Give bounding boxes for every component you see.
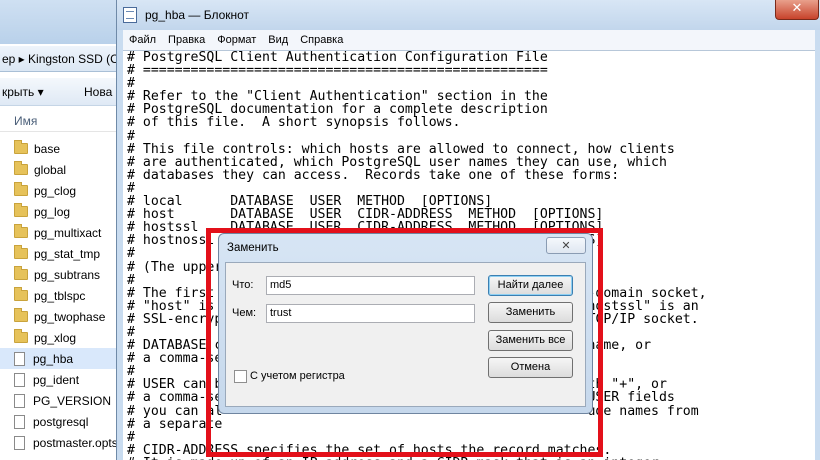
- explorer-frame-top: [0, 0, 130, 44]
- replace-button[interactable]: Заменить: [488, 302, 573, 323]
- menu-item[interactable]: Вид: [262, 30, 294, 46]
- item-name: PG_VERSION: [33, 393, 112, 408]
- window-title: pg_hba — Блокнот: [145, 8, 250, 22]
- item-name: pg_tblspc: [34, 288, 86, 303]
- match-case-checkbox[interactable]: [234, 370, 247, 383]
- find-label: Что:: [232, 279, 254, 291]
- find-next-button[interactable]: Найти далее: [488, 275, 573, 296]
- match-case-label[interactable]: С учетом регистра: [250, 370, 345, 382]
- menu-item[interactable]: Файл: [123, 30, 162, 46]
- menu-bar: Файл Правка Формат Вид Справка: [123, 30, 815, 50]
- menu-item[interactable]: Формат: [211, 30, 262, 46]
- folder-icon: [14, 140, 28, 154]
- menu-item[interactable]: Справка: [294, 30, 349, 46]
- item-name: postmaster.opts: [33, 435, 118, 450]
- dialog-body: Что: md5 Чем: trust Найти далее Заменить…: [225, 262, 586, 407]
- folder-item[interactable]: pg_multixact: [0, 222, 130, 243]
- item-name: pg_ident: [33, 372, 80, 387]
- item-name: pg_log: [34, 204, 71, 219]
- item-name: pg_hba: [33, 351, 74, 366]
- explorer-toolbar: крыть ▾ Нова: [0, 78, 130, 106]
- replace-dialog: Заменить ✕ Что: md5 Чем: trust Найти дал…: [218, 233, 593, 414]
- folder-icon: [14, 161, 28, 175]
- file-icon: [14, 393, 25, 408]
- file-item[interactable]: pg_ident: [0, 369, 130, 390]
- folder-item[interactable]: pg_log: [0, 201, 130, 222]
- replace-input[interactable]: trust: [266, 304, 475, 323]
- file-item[interactable]: pg_hba: [0, 348, 130, 369]
- folder-item[interactable]: global: [0, 159, 130, 180]
- file-icon: [14, 372, 25, 387]
- dialog-close-button[interactable]: ✕: [546, 237, 586, 254]
- item-name: pg_xlog: [34, 330, 77, 345]
- file-icon: [14, 351, 25, 366]
- notepad-icon: [123, 7, 137, 23]
- new-folder-button[interactable]: Нова: [84, 85, 112, 99]
- folder-icon: [14, 329, 28, 343]
- file-item[interactable]: postmaster.opts: [0, 432, 130, 453]
- file-icon: [14, 414, 25, 429]
- item-name: pg_clog: [34, 183, 77, 198]
- folder-item[interactable]: pg_stat_tmp: [0, 243, 130, 264]
- organize-button[interactable]: крыть ▾: [2, 85, 44, 99]
- cancel-button[interactable]: Отмена: [488, 357, 573, 378]
- folder-icon: [14, 182, 28, 196]
- find-input[interactable]: md5: [266, 276, 475, 295]
- folder-icon: [14, 308, 28, 322]
- folder-item[interactable]: base: [0, 138, 130, 159]
- item-name: base: [34, 141, 61, 156]
- replace-label: Чем:: [232, 307, 257, 319]
- window-close-button[interactable]: ✕: [775, 0, 819, 20]
- folder-icon: [14, 224, 28, 238]
- explorer-window: ер ▸ Kingston SSD (C крыть ▾ Нова Имя ba…: [0, 0, 130, 460]
- dialog-title: Заменить: [227, 242, 279, 254]
- folder-icon: [14, 287, 28, 301]
- folder-icon: [14, 203, 28, 217]
- address-bar[interactable]: ер ▸ Kingston SSD (C: [0, 46, 130, 72]
- file-item[interactable]: PG_VERSION: [0, 390, 130, 411]
- menu-item[interactable]: Правка: [162, 30, 211, 46]
- item-name: postgresql: [33, 414, 89, 429]
- item-name: pg_twophase: [34, 309, 106, 324]
- folder-item[interactable]: pg_twophase: [0, 306, 130, 327]
- column-header-name[interactable]: Имя: [0, 108, 130, 132]
- file-icon: [14, 435, 25, 450]
- folder-item[interactable]: pg_xlog: [0, 327, 130, 348]
- notepad-titlebar[interactable]: pg_hba — Блокнот ✕: [117, 0, 820, 30]
- folder-item[interactable]: pg_clog: [0, 180, 130, 201]
- folder-item[interactable]: pg_subtrans: [0, 264, 130, 285]
- folder-item[interactable]: pg_tblspc: [0, 285, 130, 306]
- file-list: base global pg_clog pg_log pg_multixact pg_st…: [0, 138, 130, 453]
- item-name: pg_multixact: [34, 225, 102, 240]
- item-name: pg_subtrans: [34, 267, 101, 282]
- folder-icon: [14, 245, 28, 259]
- item-name: global: [34, 162, 67, 177]
- replace-all-button[interactable]: Заменить все: [488, 330, 573, 351]
- file-item[interactable]: postgresql: [0, 411, 130, 432]
- item-name: pg_stat_tmp: [34, 246, 101, 261]
- folder-icon: [14, 266, 28, 280]
